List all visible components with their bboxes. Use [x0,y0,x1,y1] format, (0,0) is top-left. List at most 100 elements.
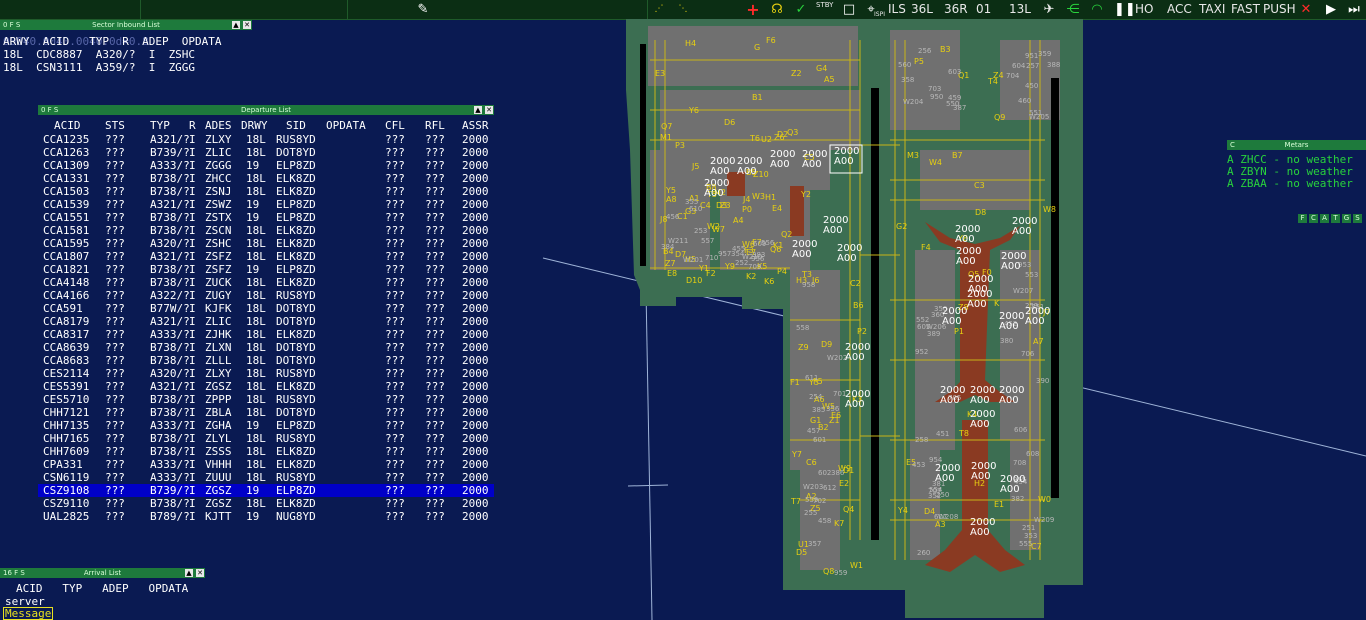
departure-cell: I [189,328,196,341]
departure-row[interactable]: CCA8683??? B738/? I ZLLL 18L DOT8YD?????? 2000 [38,354,494,367]
col-r[interactable]: R [189,119,196,132]
departure-row[interactable]: CSZ9110??? B738/? I ZGSZ 18L ELK8ZD?????? 2000 [38,497,494,510]
aircraft-tag[interactable]: 2000 A00 [971,462,996,482]
metars-titlebar[interactable]: C Metars [1227,140,1366,150]
aircraft-tag[interactable]: 2000 A00 [845,390,870,410]
fcat-button[interactable]: S [1353,214,1362,223]
departure-row[interactable]: CCA1821??? B738/? I ZSFZ 19 ELP8ZD?????? 2000 [38,263,494,276]
aircraft-tag[interactable]: 2000 A00 [823,216,848,236]
inbound-titlebar[interactable]: 0 F S Sector Inbound List ▲ ✕ [0,20,252,30]
aircraft-tag[interactable]: 2000 A00 [1001,252,1026,272]
departure-cell: ??? [105,198,125,211]
fcat-button[interactable]: A [1320,214,1329,223]
aircraft-tag[interactable]: 2000 A00 [955,225,980,245]
departure-row[interactable]: CHH7135??? A333/? I ZGHA 19 ELP8ZD?????? 2000 [38,419,494,432]
departure-row[interactable]: UAL2825??? B789/? I KJTT 19 NUG8YD?????? 2000 [38,510,494,523]
col-drwy[interactable]: DRWY [241,119,268,132]
departure-cell: ??? [385,471,405,484]
aircraft-tag[interactable]: 2000 A00 [970,518,995,538]
message-input[interactable]: Message [3,607,54,620]
aircraft-tag[interactable]: 2000 A00 [970,386,995,406]
tag-status: A00 [1000,484,1020,495]
departure-row[interactable]: CPA331??? A333/? I VHHH 18L ELK8ZD?????? 2000 [38,458,494,471]
aircraft-tag[interactable]: 2000 A00 [1000,475,1025,495]
departure-row[interactable]: CCA4148??? B738/? I ZUCK 18L ELK8ZD?????? 2000 [38,276,494,289]
close-icon[interactable]: ✕ [243,21,251,29]
departure-row[interactable]: CES2114??? A320/? I ZLXY 18L RUS8YD?????? 2000 [38,367,494,380]
fcat-button[interactable]: G [1342,214,1351,223]
col-opdata[interactable]: OPDATA [326,119,366,132]
aircraft-tag[interactable]: 2000 A00 [792,240,817,260]
departure-row[interactable]: CSN6119??? A333/? I ZUUU 18L RUS8YD?????? 2000 [38,471,494,484]
departure-row[interactable]: CCA4166??? A322/? I ZUGY 18L RUS8YD?????? 2000 [38,289,494,302]
col-ades[interactable]: ADES [205,119,232,132]
departure-cell: 2000 [462,380,489,393]
aircraft-tag[interactable]: 2000 A00 [956,247,981,267]
aircraft-tag[interactable]: 2000 A00 [942,307,967,327]
fcat-button[interactable]: F [1298,214,1307,223]
departure-row[interactable]: CCA1309??? A333/? I ZGGG 19 ELP8ZD?????? 2000 [38,159,494,172]
departure-cell: ELK8ZD [276,237,316,250]
stand-label: 706 [1021,350,1035,358]
departure-cell: ELK8ZD [276,172,316,185]
col-sid[interactable]: SID [286,119,306,132]
departure-row[interactable]: CCA591??? B77W/? I KJFK 18L DOT8YD?????? 2000 [38,302,494,315]
col-acid[interactable]: ACID [54,119,81,132]
aircraft-tag[interactable]: 2000 A00 [935,464,960,484]
departure-row[interactable]: CCA1807??? A321/? I ZSFZ 18L ELK8ZD?????? 2000 [38,250,494,263]
aircraft-tag[interactable]: 2000 A00 [837,244,862,264]
departure-row[interactable]: CCA1503??? B738/? I ZSNJ 18L ELK8ZD?????? 2000 [38,185,494,198]
col-assr[interactable]: ASSR [462,119,489,132]
departure-row[interactable]: CHH7165??? B738/? I ZLYL 18L RUS8YD?????? 2000 [38,432,494,445]
departure-cell: ??? [425,432,445,445]
aircraft-tag[interactable]: 2000 A00 [940,386,965,406]
col-sts[interactable]: STS [105,119,125,132]
fcat-button[interactable]: C [1309,214,1318,223]
stand-label: 388 [1047,61,1061,69]
aircraft-tag[interactable]: 2000 A00 [802,150,827,170]
arrival-titlebar[interactable]: 16 F S Arrival List ▲ ✕ [0,568,205,578]
departure-row[interactable]: CCA8179??? A321/? I ZLIC 18L DOT8YD?????? 2000 [38,315,494,328]
inbound-row[interactable]: 18L CDC8887 A320/? I ZSHC [3,48,195,61]
maximize-icon[interactable]: ▲ [232,21,240,29]
departure-row[interactable]: CHH7609??? B738/? I ZSSS 18L ELK8ZD?????? 2000 [38,445,494,458]
aircraft-tag[interactable]: 2000 A00 [999,386,1024,406]
aircraft-tag[interactable]: 2000 A00 [737,157,762,177]
aircraft-tag[interactable]: 2000 A00 [710,157,735,177]
departure-row[interactable]: CCA1235??? A321/? I ZLXY 18L RUS8YD?????? 2000 [38,133,494,146]
close-icon[interactable]: ✕ [485,106,493,114]
col-rfl[interactable]: RFL [425,119,445,132]
aircraft-tag[interactable]: 2000 A00 [704,179,729,199]
departure-row[interactable]: CCA1331??? B738/? I ZHCC 18L ELK8ZD?????? 2000 [38,172,494,185]
maximize-icon[interactable]: ▲ [185,569,193,577]
aircraft-tag[interactable]: 2000 A00 [845,343,870,363]
departure-titlebar[interactable]: 0 F S Departure List ▲ ✕ [38,105,494,115]
aircraft-tag[interactable]: 2000 A00 [770,150,795,170]
departure-row[interactable]: CES5391??? A321/? I ZGSZ 18L ELK8ZD?????? 2000 [38,380,494,393]
col-cfl[interactable]: CFL [385,119,405,132]
aircraft-tag[interactable]: 2000 A00 [834,147,859,167]
departure-row[interactable]: CCA1263??? B739/? I ZLIC 18L DOT8YD?????? 2000 [38,146,494,159]
departure-row[interactable]: CCA1581??? B738/? I ZSCN 18L ELK8ZD?????? 2000 [38,224,494,237]
inbound-row[interactable]: 18L CSN3111 A359/? I ZGGG [3,61,195,74]
fcat-button[interactable]: T [1331,214,1340,223]
maximize-icon[interactable]: ▲ [474,106,482,114]
departure-row[interactable]: CCA1539??? A321/? I ZSWZ 19 ELP8ZD?????? 2000 [38,198,494,211]
departure-row[interactable]: CCA8639??? B738/? I ZLXN 18L DOT8YD?????? 2000 [38,341,494,354]
col-typ[interactable]: TYP [150,119,170,132]
departure-row[interactable]: CES5710??? B738/? I ZPPP 18L RUS8YD?????? 2000 [38,393,494,406]
departure-row[interactable]: CCA1551??? B738/? I ZSTX 19 ELP8ZD?????? 2000 [38,211,494,224]
tag-status: A00 [971,471,991,482]
departure-row[interactable]: CHH7121??? B738/? I ZBLA 18L DOT8YD?????? 2000 [38,406,494,419]
aircraft-tag[interactable]: 2000 A00 [1012,217,1037,237]
aircraft-tag[interactable]: 2000 A00 [967,290,992,310]
departure-cell: ??? [425,211,445,224]
aircraft-tag[interactable]: 2000 A00 [1025,307,1050,327]
departure-row[interactable]: CCA1595??? A320/? I ZSHC 18L ELK8ZD?????? 2000 [38,237,494,250]
close-icon[interactable]: ✕ [196,569,204,577]
departure-row[interactable]: CCA8317??? A333/? I ZJHK 18L ELK8ZD?????? 2000 [38,328,494,341]
departure-cell: ??? [105,419,125,432]
aircraft-tag[interactable]: 2000 A00 [999,312,1024,332]
departure-row[interactable]: CSZ9108??? B739/? I ZGSZ 19 ELP8ZD?????? 2000 [38,484,494,497]
aircraft-tag[interactable]: 2000 A00 [970,410,995,430]
